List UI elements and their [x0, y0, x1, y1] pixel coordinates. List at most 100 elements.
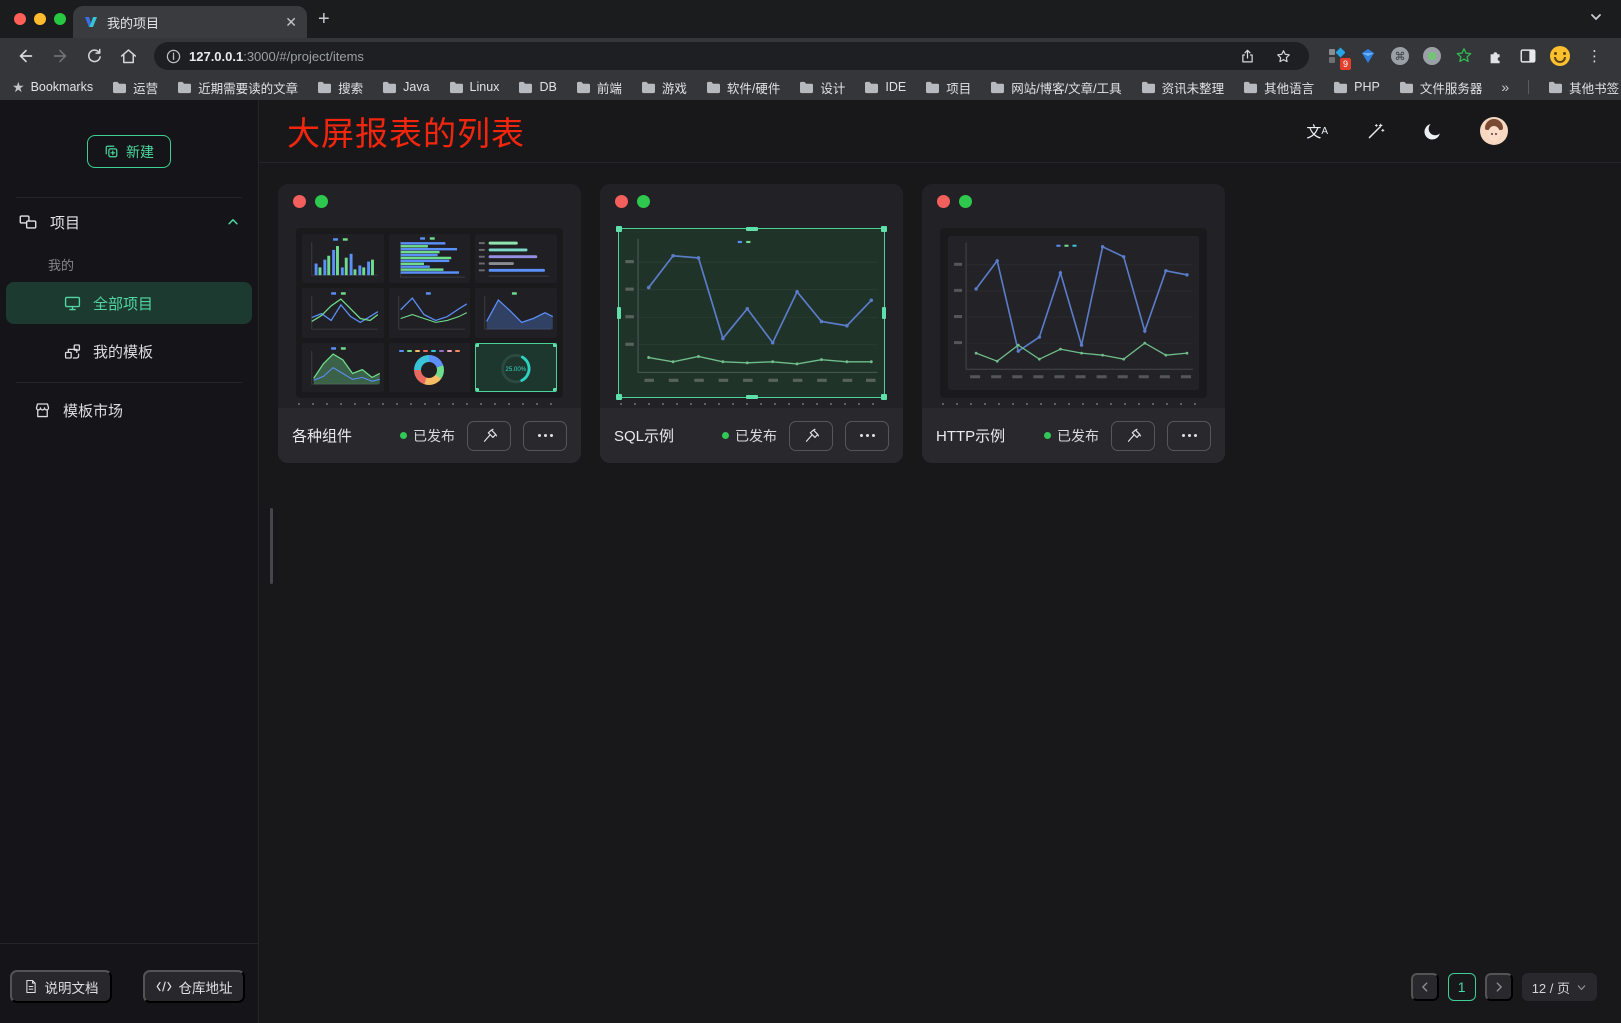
site-info-icon[interactable] — [166, 49, 181, 64]
sidebar-item-template-market[interactable]: 模板市场 — [6, 389, 252, 431]
bookmark-folder[interactable]: 文件服务器 — [1399, 78, 1483, 97]
user-avatar[interactable] — [1480, 117, 1508, 145]
reload-button[interactable] — [80, 42, 108, 70]
bookmarks-divider — [1528, 80, 1529, 94]
page-header: 大屏报表的列表 文A — [259, 100, 1621, 163]
folder-icon — [382, 81, 397, 94]
card-preview-thumbnail[interactable] — [940, 228, 1207, 398]
folder-icon — [864, 81, 879, 94]
sidebar-item-my-templates[interactable]: 我的模板 — [6, 330, 252, 372]
project-card[interactable]: SQL示例 已发布 — [600, 184, 903, 463]
mini-gauge-chart-selected: 25.00% — [475, 343, 557, 392]
profile-avatar-icon[interactable] — [1549, 45, 1571, 67]
bookmarks-overflow-chevron[interactable]: » — [1501, 79, 1509, 95]
sidebar-divider — [16, 197, 242, 198]
bookmarks-manager-item[interactable]: ★ Bookmarks — [12, 79, 93, 96]
bookmark-folder[interactable]: Linux — [449, 80, 500, 94]
minimize-window-button[interactable] — [34, 13, 46, 25]
project-name: SQL示例 — [614, 425, 674, 446]
project-card[interactable]: 25.00% 各种组件 已发布 — [278, 184, 581, 463]
bookmark-folder[interactable]: Java — [382, 80, 429, 94]
command-extension-icon[interactable]: ⌘ — [1389, 45, 1411, 67]
line-chart-preview — [619, 229, 884, 397]
chart-panel — [948, 236, 1199, 390]
scrollbar-thumb[interactable] — [270, 508, 273, 584]
tab-title: 我的项目 — [107, 13, 277, 32]
back-button[interactable] — [12, 42, 40, 70]
home-button[interactable] — [114, 42, 142, 70]
bookmark-folder[interactable]: 搜索 — [317, 78, 363, 97]
extension-badge: 9 — [1340, 58, 1351, 70]
bookmark-folder[interactable]: IDE — [864, 80, 906, 94]
status-badge: 已发布 — [400, 426, 455, 446]
magic-wand-icon[interactable] — [1366, 122, 1385, 141]
projects-icon — [18, 212, 38, 232]
bookmark-folder[interactable]: 运营 — [112, 78, 158, 97]
bookmark-folder[interactable]: 软件/硬件 — [706, 78, 780, 97]
other-bookmarks-folder[interactable]: 其他书签 — [1548, 78, 1619, 97]
puzzle-extensions-icon[interactable] — [1485, 45, 1507, 67]
line-chart-preview — [948, 236, 1199, 390]
more-options-button[interactable] — [523, 421, 567, 451]
dark-mode-moon-icon[interactable] — [1423, 122, 1442, 141]
bookmark-folder[interactable]: 项目 — [925, 78, 971, 97]
language-icon[interactable]: 文A — [1306, 121, 1328, 142]
next-page-button[interactable] — [1485, 973, 1513, 1001]
repo-button[interactable]: 仓库地址 — [143, 970, 245, 1003]
bookmarks-label: Bookmarks — [31, 80, 94, 94]
gem-extension-icon[interactable] — [1357, 45, 1379, 67]
close-window-button[interactable] — [14, 13, 26, 25]
chevron-up-icon[interactable] — [226, 215, 240, 229]
new-tab-button[interactable]: + — [318, 9, 330, 29]
browser-tab[interactable]: 我的项目 ✕ — [73, 6, 307, 38]
zoom-window-button[interactable] — [54, 13, 66, 25]
prev-page-button[interactable] — [1411, 973, 1439, 1001]
bookmark-folder[interactable]: 近期需要读的文章 — [177, 78, 298, 97]
bookmark-folder[interactable]: 游戏 — [641, 78, 687, 97]
bookmarks-bar: ★ Bookmarks 运营 近期需要读的文章 搜索 Java Linux DB… — [0, 74, 1621, 100]
docs-button[interactable]: 说明文档 — [10, 970, 112, 1003]
bookmark-folder[interactable]: 网站/博客/文章/工具 — [990, 78, 1121, 97]
tab-close-icon[interactable]: ✕ — [285, 14, 297, 31]
bookmark-folder[interactable]: PHP — [1333, 80, 1380, 94]
macos-traffic-lights — [14, 13, 66, 25]
edit-hammer-button[interactable] — [1111, 421, 1155, 451]
red-dot-icon — [937, 195, 950, 208]
bookmark-folder[interactable]: 设计 — [799, 78, 845, 97]
card-preview-thumbnail[interactable]: 25.00% — [296, 228, 563, 398]
record-extension-icon[interactable] — [1421, 45, 1443, 67]
status-dot-icon — [400, 432, 407, 439]
star-extension-icon[interactable] — [1453, 45, 1475, 67]
project-name: HTTP示例 — [936, 425, 1005, 446]
more-options-button[interactable] — [1167, 421, 1211, 451]
card-preview-thumbnail-selected[interactable] — [618, 228, 885, 398]
bookmark-folder[interactable]: 资讯未整理 — [1141, 78, 1225, 97]
bookmark-folder[interactable]: 其他语言 — [1243, 78, 1314, 97]
grid-extension-icon[interactable]: 9 — [1325, 45, 1347, 67]
status-badge: 已发布 — [1044, 426, 1099, 446]
current-page-button[interactable]: 1 — [1448, 973, 1476, 1001]
edit-hammer-button[interactable] — [789, 421, 833, 451]
green-dot-icon — [959, 195, 972, 208]
folder-icon — [177, 81, 192, 94]
share-icon[interactable] — [1233, 42, 1261, 70]
sidebar-divider — [16, 382, 242, 383]
project-card[interactable]: HTTP示例 已发布 — [922, 184, 1225, 463]
bookmark-star-icon[interactable] — [1269, 42, 1297, 70]
tab-search-chevron-icon[interactable] — [1589, 10, 1603, 24]
donut-ring — [414, 355, 444, 385]
sidebar-group-projects[interactable]: 项目 — [0, 202, 258, 242]
extensions-row: 9 ⌘ — [1321, 45, 1575, 67]
sidebar-item-all-projects[interactable]: 全部项目 — [6, 282, 252, 324]
page-size-select[interactable]: 12 / 页 — [1522, 973, 1597, 1001]
bookmark-folder[interactable]: 前端 — [576, 78, 622, 97]
edit-hammer-button[interactable] — [467, 421, 511, 451]
new-project-button[interactable]: 新建 — [87, 135, 171, 168]
bookmark-folder[interactable]: DB — [518, 80, 556, 94]
forward-button[interactable] — [46, 42, 74, 70]
more-options-button[interactable] — [845, 421, 889, 451]
address-bar[interactable]: 127.0.0.1:3000/#/project/items — [154, 42, 1309, 70]
donut-legend — [399, 350, 460, 352]
sidebar-panel-icon[interactable] — [1517, 45, 1539, 67]
browser-menu-icon[interactable]: ⋮ — [1581, 47, 1609, 65]
